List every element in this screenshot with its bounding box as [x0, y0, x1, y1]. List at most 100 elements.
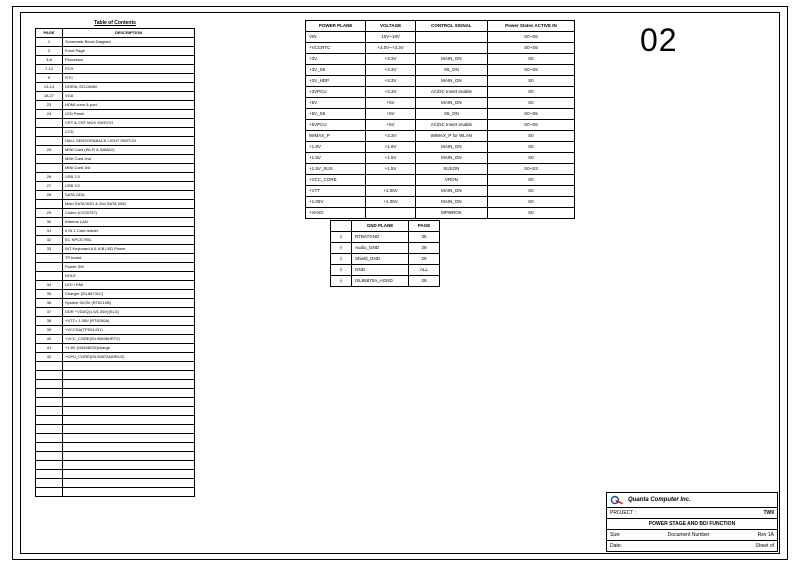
table-row — [36, 371, 195, 380]
power-plane-table: POWER PLANEVOLTAGECONTROL SIGNALPower St… — [305, 20, 575, 219]
table-row — [36, 389, 195, 398]
rev-label: Rev — [758, 532, 767, 538]
page-number: 02 — [640, 22, 678, 59]
table-row: CRT & CRT MUX SWITCH — [36, 119, 195, 128]
power-header: POWER PLANE — [306, 21, 366, 32]
table-row: 30Atheros LAN — [36, 218, 195, 227]
power-header: CONTROL SIGNAL — [415, 21, 487, 32]
table-row: +1.05V+1.05VMAIN_ONS0 — [306, 197, 575, 208]
table-row: +VAXGMPWROKS0 — [306, 208, 575, 219]
power-header: Power States ACTIVE IN — [487, 21, 574, 32]
table-row: ⏚GNDALL — [331, 265, 440, 276]
table-row: 39+VCCSA(TPS51431) — [36, 326, 195, 335]
company-name: Quanta Computer Inc. — [628, 497, 691, 503]
sheet-title: POWER STAGE AND BD/ FUNCTION — [610, 521, 774, 527]
table-row: 32EC NPCE795L — [36, 236, 195, 245]
table-row: 9RTC — [36, 74, 195, 83]
project-label: PROJECT : — [610, 510, 636, 516]
gnd-symbol-icon: ⏚ — [331, 276, 352, 287]
gnd-header: GND PLANE — [352, 221, 409, 232]
table-row: ⏚ISL95870A_AGND29 — [331, 276, 440, 287]
table-row: 37DDR +VDDQ(1.5/1.35V)(SLG) — [36, 308, 195, 317]
table-row: 29Codec (CX20757) — [36, 209, 195, 218]
table-row: +VCC_COREVRONS0 — [306, 175, 575, 186]
table-row — [36, 461, 195, 470]
gnd-header: PAGE — [409, 221, 440, 232]
toc-header: DESCRIPTION — [63, 29, 195, 38]
gnd-plane-table: GND PLANEPAGE⏚RTBATGND35⏚Audio_GND29⏚Shi… — [330, 220, 440, 287]
power-header: VOLTAGE — [366, 21, 416, 32]
table-row: 27USB 3.0 — [36, 182, 195, 191]
gnd-symbol-icon: ⏚ — [331, 232, 352, 243]
table-row: TP board — [36, 254, 195, 263]
table-row: 41+1.8V (G5408/G5)charge — [36, 344, 195, 353]
table-row: +5V_S5+5VS5_ONS0~S5 — [306, 109, 575, 120]
project-value: TW9 — [763, 510, 774, 516]
table-row: +3V_S5+3.3VS5_ONS0~S5 — [306, 65, 575, 76]
gnd-symbol-icon: ⏚ — [331, 265, 352, 276]
table-row: MINI Card 3rd — [36, 164, 195, 173]
toc-table: PAGEDESCRIPTION1Schematic Block Diagram2… — [35, 28, 195, 497]
table-row: 33INT Keyboard A & K/B LED Power — [36, 245, 195, 254]
table-row: 13-14DDR3L SO-DIMM — [36, 83, 195, 92]
table-row — [36, 452, 195, 461]
table-row: 28SATA ODD — [36, 191, 195, 200]
docno-label: Document Number — [668, 532, 710, 538]
title-block: Quanta Computer Inc. PROJECT : TW9 POWER… — [606, 492, 778, 552]
table-row: 40+VCC_CORE(ISL95836HRTZ) — [36, 335, 195, 344]
size-label: Size — [610, 532, 620, 538]
date-label: Date: — [610, 543, 622, 549]
sheet-label: Sheet — [755, 543, 768, 549]
table-row: ⏚Audio_GND29 — [331, 243, 440, 254]
table-row — [36, 434, 195, 443]
gnd-symbol-icon: ⏚ — [331, 243, 352, 254]
table-row — [36, 407, 195, 416]
table-row: 42+GPU_CORE(ISL95870AIHRUZ) — [36, 353, 195, 362]
table-row: 24LED Panel — [36, 110, 195, 119]
table-of-contents: Table of Contents PAGEDESCRIPTION1Schema… — [35, 20, 195, 497]
table-row: +3VPCU+3.3VAC/DC Insert enableS0 — [306, 87, 575, 98]
table-row: 18,27VGA — [36, 92, 195, 101]
table-row — [36, 488, 195, 497]
table-row: Main SATA HDD & 2nd SATA HDD — [36, 200, 195, 209]
table-row — [36, 470, 195, 479]
power-plane-table-wrap: POWER PLANEVOLTAGECONTROL SIGNALPower St… — [305, 20, 575, 219]
table-row: HOLE — [36, 272, 195, 281]
table-row: +1.8V+1.8VMAIN_ONS0 — [306, 142, 575, 153]
table-row: 2Front Page — [36, 47, 195, 56]
toc-header: PAGE — [36, 29, 63, 38]
table-row: +5V+5VMAIN_ONS0 — [306, 98, 575, 109]
table-row: Power SW — [36, 263, 195, 272]
table-row: VIN10V~19VS0~S5 — [306, 32, 575, 43]
table-row: +1.5V_SUS+1.5VSUSONS0~S3 — [306, 164, 575, 175]
table-row: ⏚Shield_GND29 — [331, 254, 440, 265]
table-row — [36, 425, 195, 434]
table-row: 38+VTT= 1.05V (RT8250A) — [36, 317, 195, 326]
table-row: +3V_HDP+3.3VMAIN_ONS0 — [306, 76, 575, 87]
table-row: 34LED / EMI — [36, 281, 195, 290]
gnd-symbol-icon: ⏚ — [331, 254, 352, 265]
table-row — [36, 380, 195, 389]
table-row: 25MINI Card (Wi-Fi & WiMAX) — [36, 146, 195, 155]
table-row: +5VPCU+5VAC/DC Insert enableS0~S5 — [306, 120, 575, 131]
table-row: +1.5V+1.5VMAIN_ONS0 — [306, 153, 575, 164]
table-row: 3-6Processor — [36, 56, 195, 65]
table-row: 23HDMI conn & port — [36, 101, 195, 110]
table-row — [36, 443, 195, 452]
table-row: +3V+3.3VMAIN_ONS0 — [306, 54, 575, 65]
table-row: 315 IN 1 Card reader — [36, 227, 195, 236]
table-row: 7-12PCH — [36, 65, 195, 74]
table-row: ⏚RTBATGND35 — [331, 232, 440, 243]
table-row: 35Charger (ISL88731C) — [36, 290, 195, 299]
table-row: 26USB 2.0 — [36, 173, 195, 182]
table-row: HALL SENSOR&BACK LIGHT SWITCH — [36, 137, 195, 146]
table-row: 36System 5V/3V (RT8210B) — [36, 299, 195, 308]
table-row — [36, 416, 195, 425]
table-row — [36, 362, 195, 371]
table-row — [36, 479, 195, 488]
table-row: +VTT+1.05VMAIN_ONS0 — [306, 186, 575, 197]
table-row: MINI Card 2nd — [36, 155, 195, 164]
quanta-logo-icon — [610, 495, 624, 505]
table-row: +VCCRTC+3.0V~+3.3VS0~S5 — [306, 43, 575, 54]
table-row: 1Schematic Block Diagram — [36, 38, 195, 47]
